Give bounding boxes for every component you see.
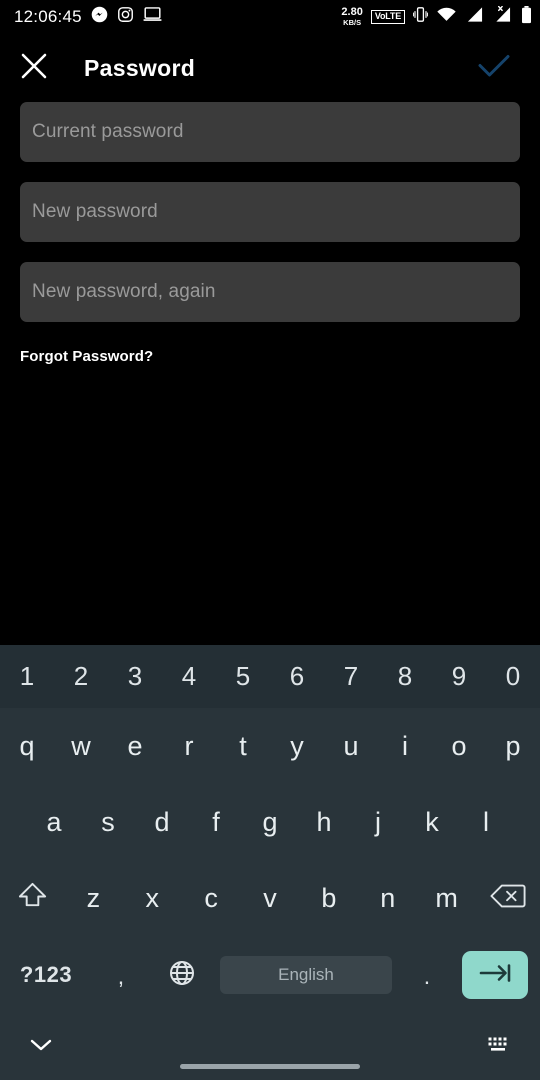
enter-key[interactable] xyxy=(462,951,528,999)
key-j[interactable]: j xyxy=(351,784,405,860)
key-t[interactable]: t xyxy=(216,708,270,784)
key-m[interactable]: m xyxy=(417,860,476,936)
key-e[interactable]: e xyxy=(108,708,162,784)
key-2[interactable]: 2 xyxy=(54,645,108,708)
close-button[interactable] xyxy=(0,34,68,102)
laptop-cast-icon xyxy=(143,6,162,28)
vibrate-icon xyxy=(412,6,429,28)
key-w[interactable]: w xyxy=(54,708,108,784)
language-switch-key[interactable] xyxy=(150,936,214,1014)
key-u[interactable]: u xyxy=(324,708,378,784)
key-0[interactable]: 0 xyxy=(486,645,540,708)
password-form: Current password New password New passwo… xyxy=(0,102,540,366)
signal-bar-icon xyxy=(465,6,484,28)
shift-key[interactable] xyxy=(0,860,64,936)
messenger-icon xyxy=(91,6,108,28)
phone-screen: 12:06:45 2.80 KB/S VoLTE Password Curren… xyxy=(0,0,540,1080)
key-r[interactable]: r xyxy=(162,708,216,784)
shift-icon xyxy=(17,880,48,916)
signal-x-icon xyxy=(492,5,513,28)
globe-icon xyxy=(168,959,196,992)
key-s[interactable]: s xyxy=(81,784,135,860)
key-o[interactable]: o xyxy=(432,708,486,784)
network-speed-indicator: 2.80 KB/S xyxy=(341,7,362,27)
key-c[interactable]: c xyxy=(182,860,241,936)
keyboard-row-home: a s d f g h j k l xyxy=(0,784,540,860)
current-password-field[interactable]: Current password xyxy=(20,102,520,162)
forgot-password-link[interactable]: Forgot Password? xyxy=(20,348,153,365)
period-key[interactable]: . xyxy=(398,936,456,1014)
home-indicator[interactable] xyxy=(180,1064,360,1069)
backspace-key[interactable] xyxy=(476,860,540,936)
key-1[interactable]: 1 xyxy=(0,645,54,708)
key-i[interactable]: i xyxy=(378,708,432,784)
new-password-again-placeholder: New password, again xyxy=(32,281,216,302)
space-key[interactable]: English xyxy=(220,956,392,994)
key-h[interactable]: h xyxy=(297,784,351,860)
key-v[interactable]: v xyxy=(241,860,300,936)
key-q[interactable]: q xyxy=(0,708,54,784)
keyboard-icon xyxy=(487,1036,511,1059)
keyboard-row-digits: 1 2 3 4 5 6 7 8 9 0 xyxy=(0,645,540,708)
space-key-label: English xyxy=(278,965,334,984)
key-8[interactable]: 8 xyxy=(378,645,432,708)
hide-keyboard-button[interactable] xyxy=(12,1025,70,1069)
switch-keyboard-button[interactable] xyxy=(470,1025,528,1069)
key-7[interactable]: 7 xyxy=(324,645,378,708)
status-bar-right: 2.80 KB/S VoLTE xyxy=(341,0,532,34)
network-speed-unit: KB/S xyxy=(343,18,362,28)
keyboard-row-function: ?123 , English . xyxy=(0,936,540,1014)
key-f[interactable]: f xyxy=(189,784,243,860)
key-6[interactable]: 6 xyxy=(270,645,324,708)
key-4[interactable]: 4 xyxy=(162,645,216,708)
network-speed-value: 2.80 xyxy=(341,6,363,19)
key-x[interactable]: x xyxy=(123,860,182,936)
soft-keyboard: 1 2 3 4 5 6 7 8 9 0 q w e r t y u i o p … xyxy=(0,645,540,1015)
keyboard-row-bottom-letters: z x c v b n m xyxy=(0,860,540,936)
status-clock: 12:06:45 xyxy=(14,7,82,26)
comma-key[interactable]: , xyxy=(92,936,150,1014)
key-d[interactable]: d xyxy=(135,784,189,860)
symbols-key[interactable]: ?123 xyxy=(0,936,92,1014)
key-y[interactable]: y xyxy=(270,708,324,784)
check-icon xyxy=(476,51,512,86)
page-title: Password xyxy=(84,54,196,81)
key-n[interactable]: n xyxy=(358,860,417,936)
key-9[interactable]: 9 xyxy=(432,645,486,708)
wifi-icon xyxy=(436,6,457,28)
app-bar: Password xyxy=(0,34,540,102)
battery-icon xyxy=(521,5,532,29)
close-icon xyxy=(19,51,49,86)
status-bar-left: 12:06:45 xyxy=(0,6,162,28)
backspace-icon xyxy=(490,882,526,915)
status-bar: 12:06:45 2.80 KB/S VoLTE xyxy=(0,0,540,34)
volte-badge: VoLTE xyxy=(370,10,405,24)
key-5[interactable]: 5 xyxy=(216,645,270,708)
key-l[interactable]: l xyxy=(459,784,513,860)
key-b[interactable]: b xyxy=(299,860,358,936)
instagram-icon xyxy=(117,6,134,28)
key-a[interactable]: a xyxy=(27,784,81,860)
chevron-down-icon xyxy=(29,1037,53,1058)
new-password-placeholder: New password xyxy=(32,201,158,222)
key-z[interactable]: z xyxy=(64,860,123,936)
new-password-field[interactable]: New password xyxy=(20,182,520,242)
current-password-placeholder: Current password xyxy=(32,121,184,142)
key-k[interactable]: k xyxy=(405,784,459,860)
confirm-button[interactable] xyxy=(466,34,522,102)
key-p[interactable]: p xyxy=(486,708,540,784)
new-password-again-field[interactable]: New password, again xyxy=(20,262,520,322)
tab-enter-icon xyxy=(478,962,512,989)
keyboard-row-top: q w e r t y u i o p xyxy=(0,708,540,784)
key-3[interactable]: 3 xyxy=(108,645,162,708)
keyboard-footer-nav xyxy=(0,1015,540,1080)
key-g[interactable]: g xyxy=(243,784,297,860)
